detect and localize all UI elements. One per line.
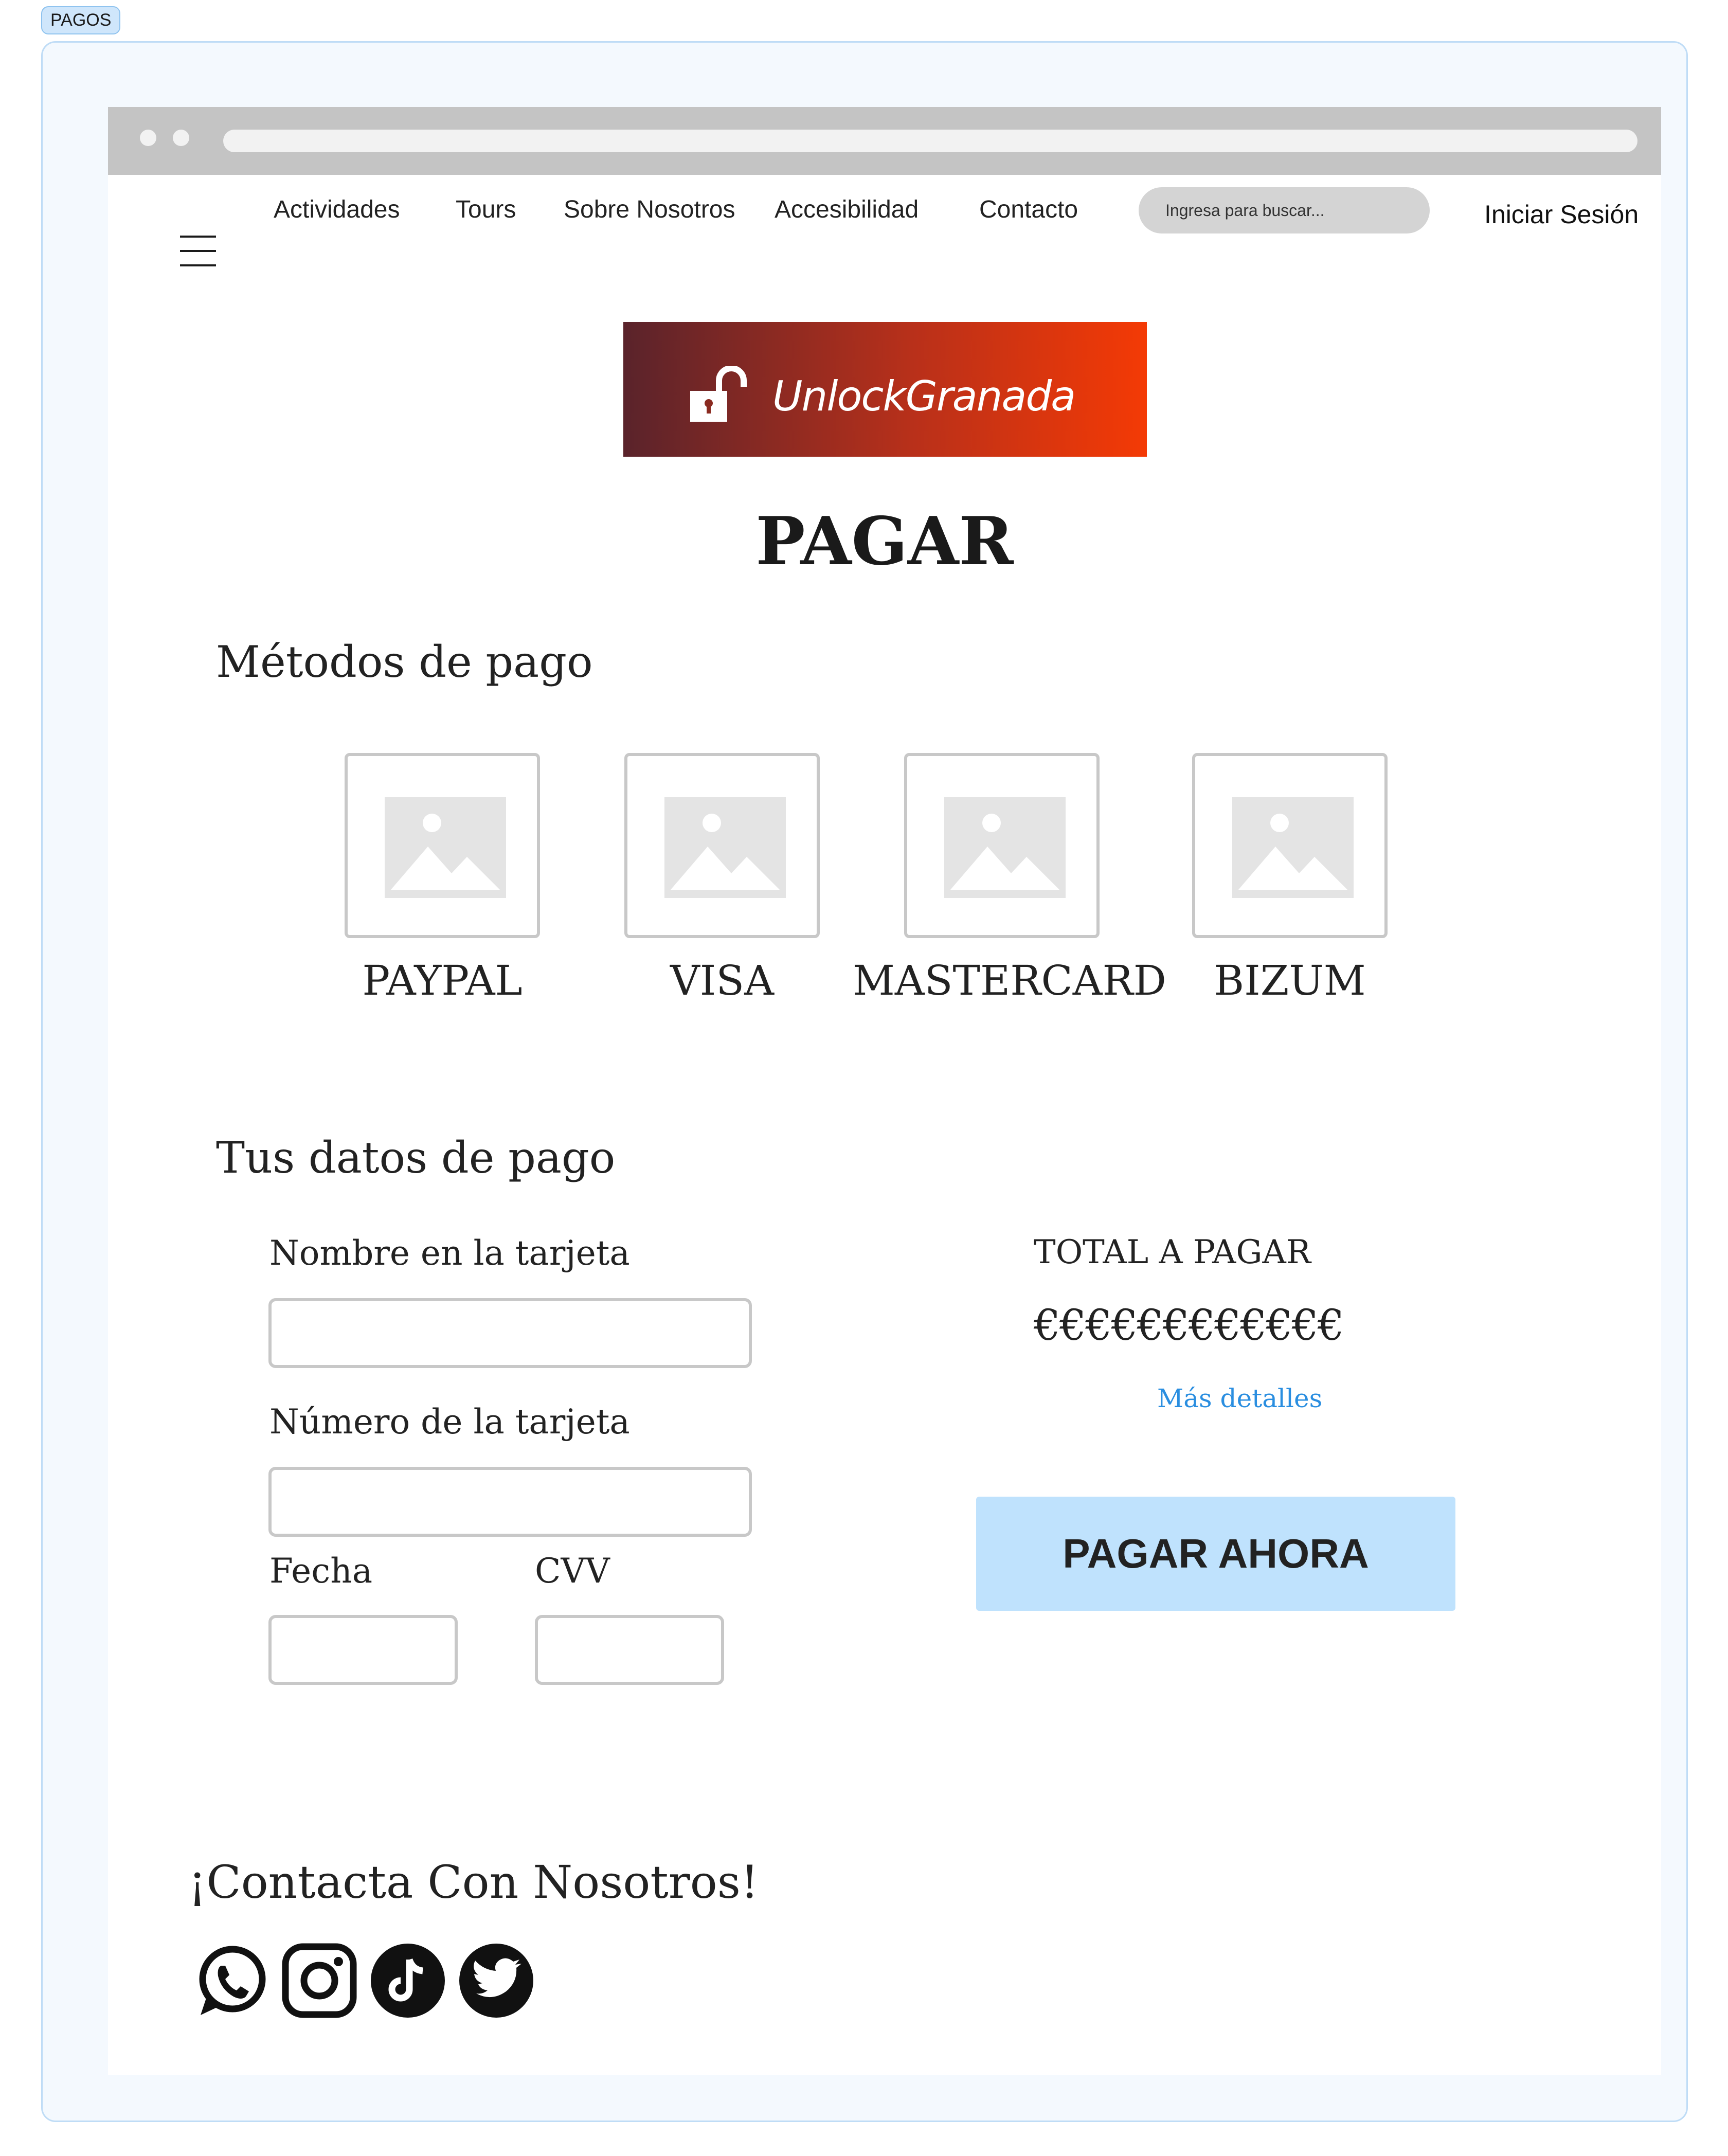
logo: UnlockGranada [623, 322, 1147, 457]
payment-method-paypal[interactable] [345, 753, 540, 938]
contact-title: ¡Contacta Con Nosotros! [188, 1856, 759, 1909]
image-placeholder-icon [664, 797, 786, 898]
cvv-input[interactable] [535, 1615, 724, 1685]
expiry-date-input[interactable] [268, 1615, 458, 1685]
whatsapp-icon[interactable] [192, 1942, 269, 2019]
unlock-icon [690, 366, 747, 422]
nav-link-accesibilidad[interactable]: Accesibilidad [775, 195, 919, 224]
image-placeholder-icon [944, 797, 1066, 898]
card-number-label: Número de la tarjeta [269, 1402, 630, 1442]
payment-method-label: PAYPAL [362, 957, 523, 1004]
payment-method-label: MASTERCARD [853, 957, 1166, 1004]
image-placeholder-icon [385, 797, 506, 898]
payment-details-title: Tus datos de pago [216, 1133, 616, 1183]
payment-method-mastercard[interactable] [904, 753, 1100, 938]
logo-text: UnlockGranada [772, 372, 1076, 420]
nav-link-actividades[interactable]: Actividades [274, 195, 400, 224]
payment-page: Actividades Tours Sobre Nosotros Accesib… [108, 107, 1661, 2075]
window-dot [140, 130, 156, 146]
image-placeholder-icon [1232, 797, 1354, 898]
more-details-link[interactable]: Más detalles [1157, 1384, 1322, 1413]
address-bar[interactable] [223, 130, 1637, 152]
payment-method-label: VISA [670, 957, 774, 1004]
tiktok-icon[interactable] [369, 1942, 446, 2019]
nav-link-contacto[interactable]: Contacto [979, 195, 1078, 224]
nav-link-sobre-nosotros[interactable]: Sobre Nosotros [564, 195, 735, 224]
login-link[interactable]: Iniciar Sesión [1484, 200, 1639, 229]
twitter-icon[interactable] [458, 1942, 535, 2019]
payment-method-label: BIZUM [1214, 957, 1366, 1004]
total-label: TOTAL A PAGAR [1034, 1233, 1311, 1271]
nav-link-tours[interactable]: Tours [456, 195, 516, 224]
frame-tag: PAGOS [41, 6, 121, 34]
expiry-date-label: Fecha [269, 1551, 373, 1591]
card-name-input[interactable] [268, 1298, 752, 1368]
hamburger-menu-icon[interactable] [180, 235, 216, 268]
total-value: €€€€€€€€€€€€ [1034, 1301, 1344, 1350]
cvv-label: CVV [535, 1551, 610, 1591]
card-name-label: Nombre en la tarjeta [269, 1233, 630, 1273]
instagram-icon[interactable] [281, 1942, 358, 2019]
pay-now-button[interactable]: PAGAR AHORA [976, 1497, 1455, 1611]
search-input[interactable] [1139, 187, 1430, 233]
card-number-input[interactable] [268, 1467, 752, 1537]
payment-methods-title: Métodos de pago [216, 637, 593, 687]
window-dot [173, 130, 189, 146]
payment-method-visa[interactable] [624, 753, 820, 938]
payment-method-bizum[interactable] [1192, 753, 1388, 938]
page-title: PAGAR [755, 503, 1014, 580]
browser-bar [108, 107, 1661, 175]
